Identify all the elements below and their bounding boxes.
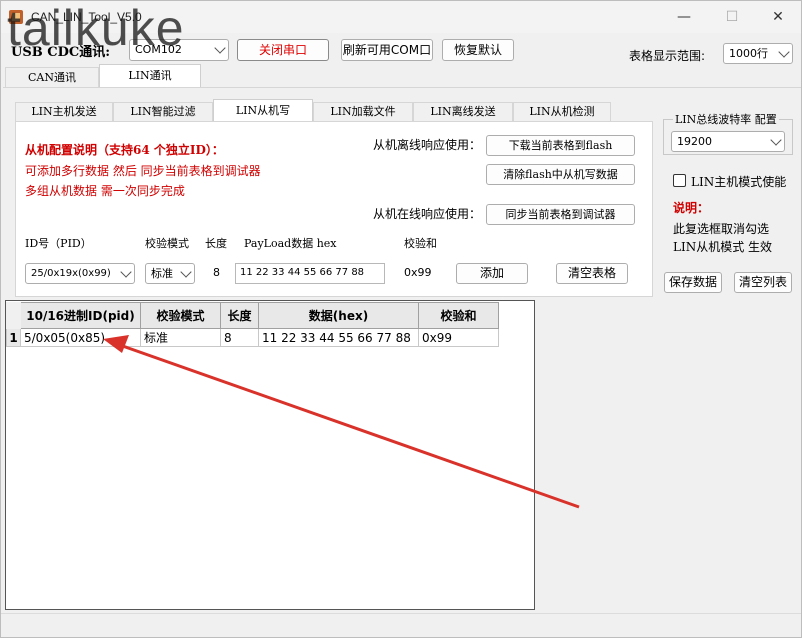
status-bar bbox=[1, 613, 801, 637]
arrow-shaft bbox=[116, 342, 580, 509]
app-window: CAN_LIN_Tool_V5.0 — ☐ ✕ USB CDC通讯: COM10… bbox=[0, 0, 802, 638]
annotation-arrow bbox=[103, 335, 580, 509]
arrow-head bbox=[103, 335, 129, 353]
